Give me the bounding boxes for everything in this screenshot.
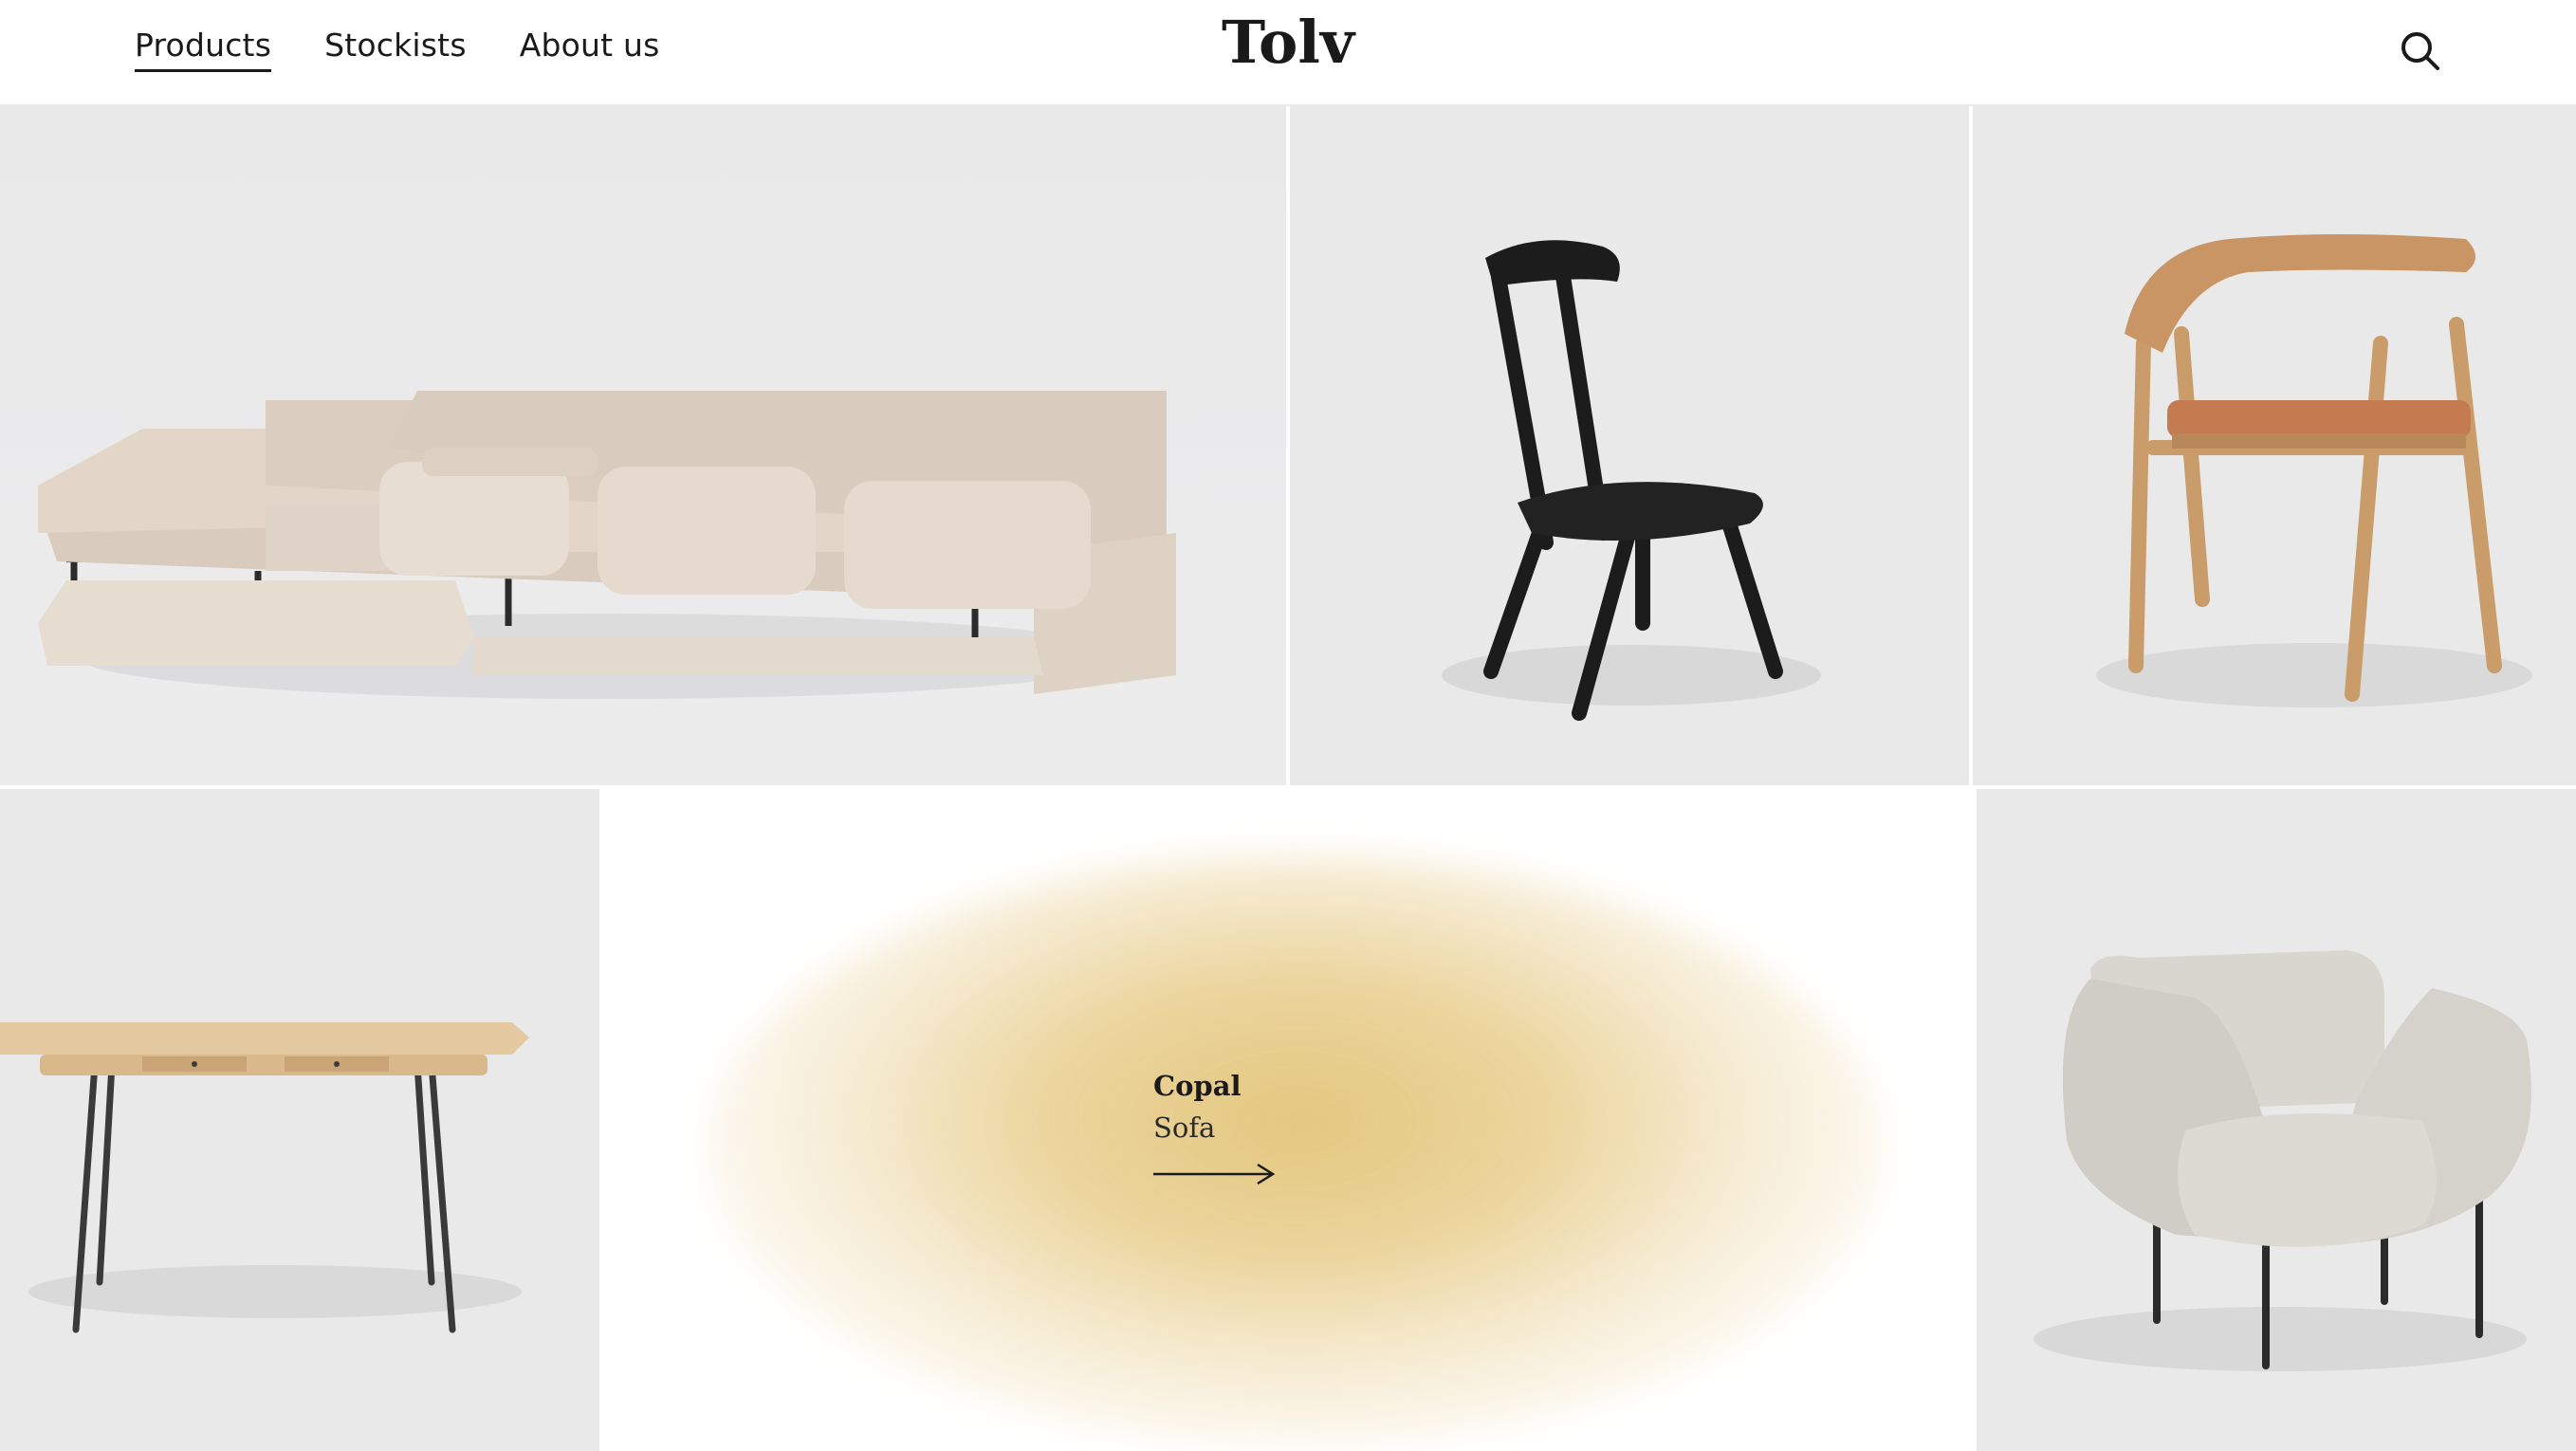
- oak-armchair-image: [1973, 106, 2576, 785]
- sofa-image: [0, 106, 1286, 785]
- nav-stockists-link[interactable]: Stockists: [324, 27, 467, 72]
- feature-glow: [708, 855, 1884, 1443]
- feature-product-name: Copal: [1153, 1070, 1242, 1102]
- nav-products-link[interactable]: Products: [135, 27, 272, 72]
- black-chair-image: [1290, 106, 1969, 785]
- arrow-right-icon[interactable]: [1153, 1163, 1277, 1185]
- feature-caption: Copal Sofa: [1153, 1070, 1277, 1185]
- product-tile-oak-armchair[interactable]: [1973, 106, 2576, 785]
- desk-image: [0, 789, 599, 1451]
- search-icon[interactable]: [2398, 28, 2443, 74]
- feature-product-type: Sofa: [1153, 1111, 1216, 1144]
- main-nav: Products Stockists About us: [135, 27, 659, 72]
- product-tile-black-chair[interactable]: [1290, 106, 1969, 785]
- nav-about-link[interactable]: About us: [520, 27, 660, 72]
- product-tile-sofa[interactable]: [0, 106, 1286, 785]
- product-tile-desk[interactable]: [0, 789, 599, 1451]
- product-tile-lounge-chair[interactable]: [1977, 789, 2576, 1451]
- feature-tile[interactable]: Copal Sofa: [603, 789, 1973, 1451]
- lounge-chair-image: [1977, 789, 2576, 1451]
- site-header: Products Stockists About us Tolv: [0, 0, 2576, 106]
